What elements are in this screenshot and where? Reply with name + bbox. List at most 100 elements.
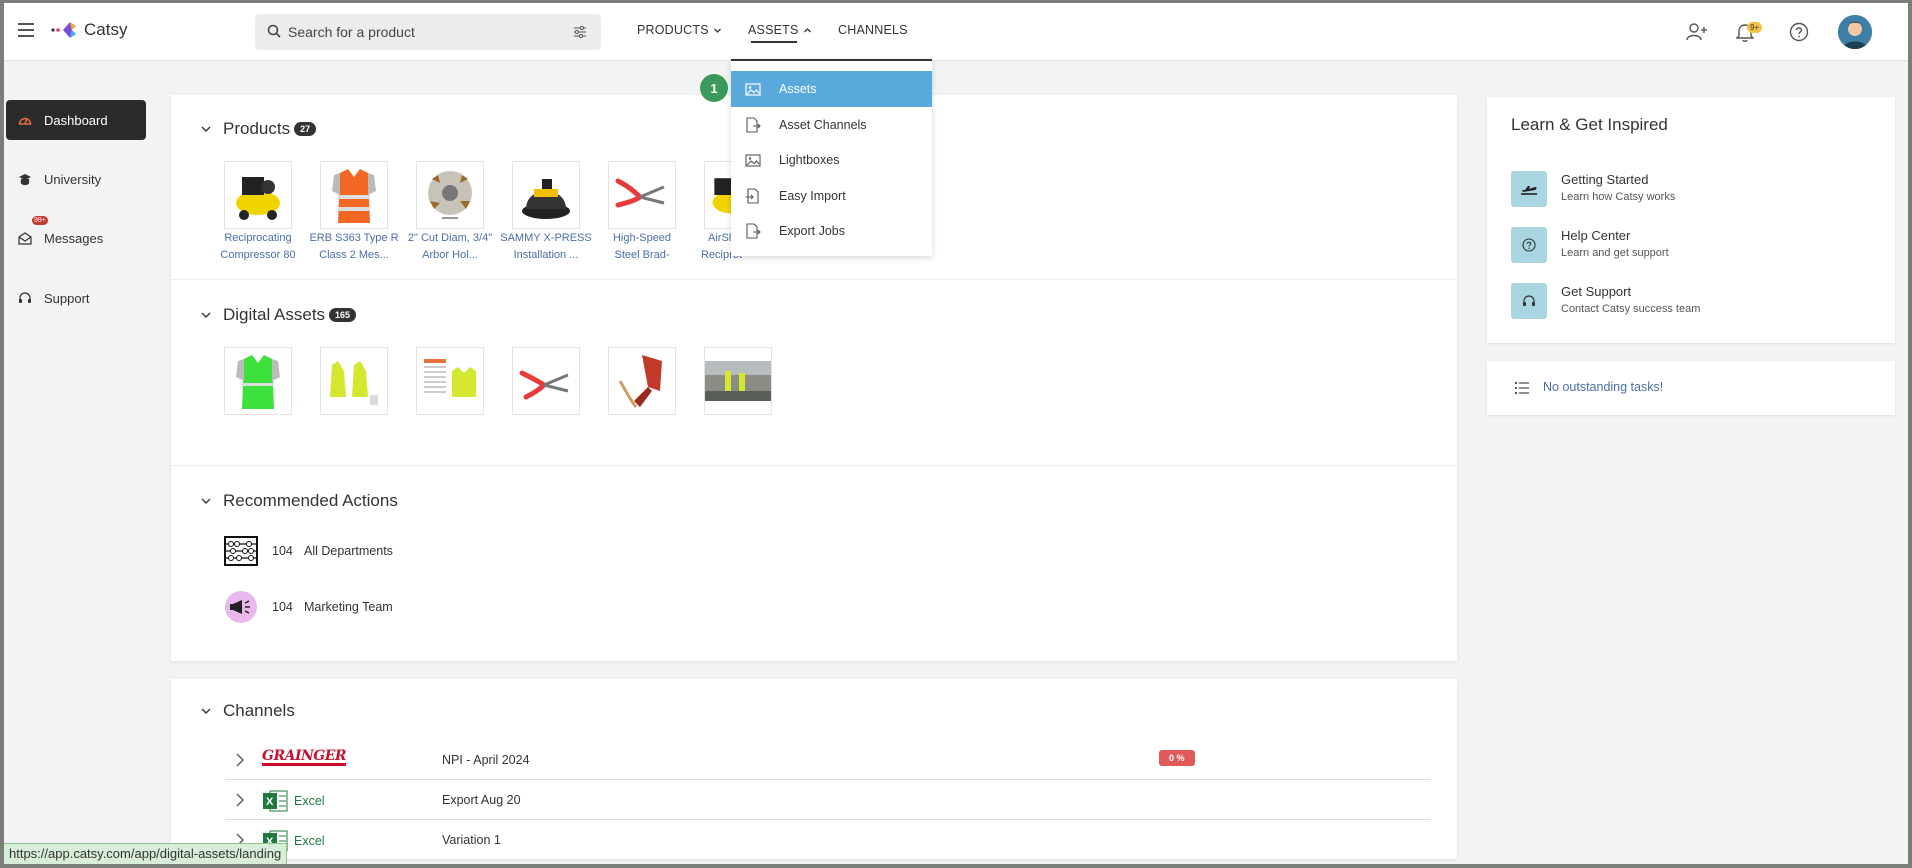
learn-item-getting-started[interactable]: Getting Started Learn how Catsy works (1511, 171, 1675, 207)
product-thumb-cutter[interactable] (416, 161, 484, 229)
avatar-image (1838, 15, 1872, 49)
sidebar-item-university[interactable]: University (6, 159, 146, 199)
messages-badge: 99+ (32, 216, 48, 225)
product-name[interactable]: SAMMY X-PRESS Installation ... (498, 230, 594, 264)
size-chart-image (424, 359, 476, 397)
recommended-actions-section-header[interactable]: Recommended Actions (201, 491, 398, 511)
catsy-logo-icon (51, 22, 76, 38)
sidebar-item-label: Messages (44, 230, 104, 246)
channel-row[interactable]: X Excel Export Aug 20 (225, 780, 1431, 820)
chevron-down-icon (713, 28, 721, 33)
channel-name: NPI - April 2024 (442, 753, 530, 767)
recommended-action-row[interactable]: 104 All Departments (224, 536, 393, 566)
digital-assets-section-header[interactable]: Digital Assets 165 (201, 305, 357, 325)
chevron-down-icon (201, 126, 211, 132)
action-count: 104 (272, 600, 293, 614)
help-icon[interactable] (1789, 22, 1809, 42)
channels-section-header[interactable]: Channels (201, 701, 295, 721)
learn-item-subtitle: Learn how Catsy works (1561, 191, 1676, 203)
learn-item-title: Getting Started (1561, 172, 1649, 187)
product-name[interactable]: ERB S363 Type R Class 2 Mes... (306, 230, 402, 264)
asset-thumb[interactable] (224, 347, 292, 415)
sidebar-item-support[interactable]: Support (6, 278, 146, 318)
product-name[interactable]: High-Speed Steel Brad- (594, 230, 690, 264)
tasks-card: No outstanding tasks! (1487, 361, 1895, 415)
channel-row[interactable]: X Excel Variation 1 (225, 820, 1431, 860)
chevron-down-icon (201, 708, 211, 714)
product-thumb-airshift[interactable] (704, 161, 734, 229)
asset-thumb[interactable] (704, 347, 772, 415)
search-placeholder: Search for a product (288, 24, 415, 40)
product-name[interactable]: 2" Cut Diam, 3/4" Arbor Hol... (402, 230, 498, 264)
learn-item-get-support[interactable]: Get Support Contact Catsy success team (1511, 283, 1700, 319)
channel-row[interactable]: GRAINGER NPI - April 2024 0 % (225, 740, 1431, 780)
grainger-logo: GRAINGER (262, 748, 347, 766)
products-section-header[interactable]: Products 27 (201, 119, 317, 139)
learn-item-subtitle: Contact Catsy success team (1561, 303, 1701, 315)
tasks-text: No outstanding tasks! (1543, 380, 1664, 394)
nailer-image (618, 355, 662, 409)
menu-item-asset-channels[interactable]: Asset Channels (731, 107, 932, 143)
nav-products-label: PRODUCTS (637, 23, 709, 37)
menu-item-label: Export Jobs (779, 224, 846, 238)
graduation-icon (18, 172, 34, 186)
sidebar-item-label: Dashboard (44, 112, 108, 128)
progress-badge: 0 % (1159, 750, 1195, 766)
sidebar-item-label: University (44, 171, 102, 187)
cutter-image (428, 171, 472, 219)
chevron-right-icon[interactable] (235, 753, 245, 767)
menu-item-label: Assets (779, 82, 817, 96)
nav-assets[interactable]: ASSETS (748, 23, 812, 37)
product-thumb-sander[interactable] (512, 161, 580, 229)
asset-thumb[interactable] (512, 347, 580, 415)
asset-thumb[interactable] (416, 347, 484, 415)
file-export-icon (745, 223, 763, 239)
chevron-right-icon[interactable] (235, 793, 245, 807)
filter-icon[interactable] (573, 25, 587, 39)
sidebar-item-messages[interactable]: 99+ Messages (6, 216, 146, 258)
excel-icon: X (263, 790, 288, 812)
avatar[interactable] (1838, 15, 1872, 49)
catsy-logo[interactable]: Catsy (50, 18, 127, 42)
notification-badge: 9+ (1747, 22, 1763, 33)
product-thumb-compressor[interactable] (224, 161, 292, 229)
compressor-partial-image (712, 178, 733, 214)
products-title: Products (223, 119, 291, 138)
asset-thumb[interactable] (320, 347, 388, 415)
add-user-icon[interactable] (1686, 22, 1708, 42)
product-name[interactable]: Reciprocating Compressor 80 (210, 230, 306, 264)
learn-item-subtitle: Learn and get support (1561, 247, 1669, 259)
chevron-up-icon (803, 27, 811, 32)
question-icon (1511, 227, 1547, 263)
nav-channels[interactable]: CHANNELS (838, 23, 908, 37)
images-icon (745, 153, 763, 167)
learn-title: Learn & Get Inspired (1511, 115, 1668, 134)
file-export-icon (745, 117, 763, 133)
workers-photo (705, 361, 771, 401)
menu-icon[interactable] (18, 23, 34, 37)
learn-item-title: Get Support (1561, 284, 1632, 299)
nav-products[interactable]: PRODUCTS (637, 23, 722, 37)
airplane-icon (1511, 171, 1547, 207)
learn-item-help-center[interactable]: Help Center Learn and get support (1511, 227, 1669, 263)
sander-image (522, 179, 570, 219)
menu-item-lightboxes[interactable]: Lightboxes (731, 142, 932, 178)
headset-icon (1511, 283, 1547, 319)
recommended-action-row[interactable]: 104 Marketing Team (224, 590, 393, 624)
status-bar-url: https://app.catsy.com/app/digital-assets… (3, 843, 288, 865)
search-input[interactable]: Search for a product (255, 14, 601, 50)
section-divider (171, 465, 1457, 466)
headset-icon (18, 291, 34, 305)
dashboard-icon (18, 113, 34, 127)
chevron-down-icon (201, 312, 211, 318)
menu-item-easy-import[interactable]: Easy Import (731, 178, 932, 214)
menu-item-assets[interactable]: Assets (731, 71, 932, 107)
product-thumb-vest[interactable] (320, 161, 388, 229)
compressor-image (236, 177, 280, 220)
product-thumb-pliers[interactable] (608, 161, 676, 229)
menu-item-export-jobs[interactable]: Export Jobs (731, 213, 932, 249)
sidebar-item-dashboard[interactable]: Dashboard (6, 100, 146, 140)
search-icon (267, 24, 281, 38)
recommended-actions-title: Recommended Actions (223, 491, 398, 510)
asset-thumb[interactable] (608, 347, 676, 415)
